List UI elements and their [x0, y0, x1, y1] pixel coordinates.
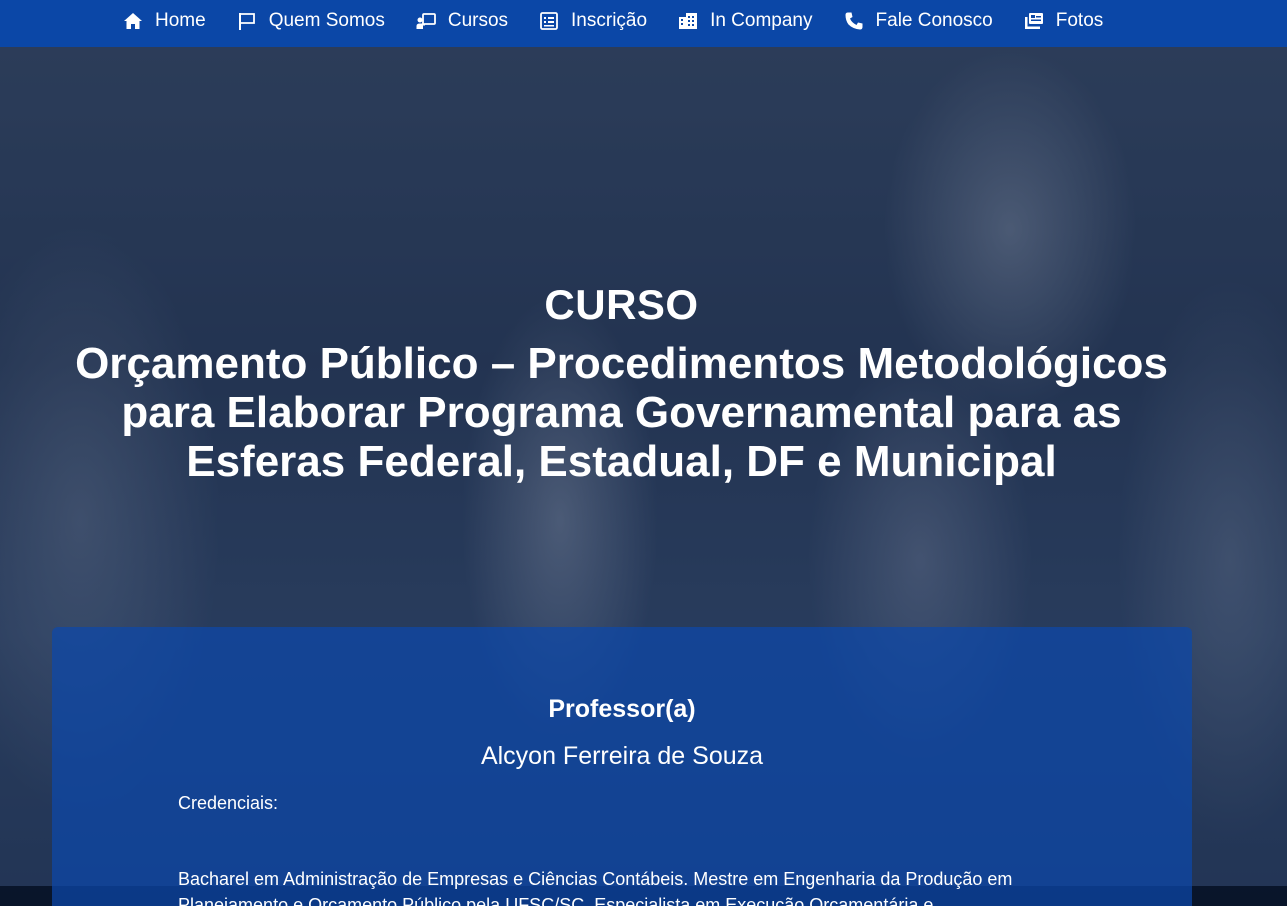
- nav-item-label: In Company: [710, 9, 813, 31]
- nav-item-quem-somos[interactable]: Quem Somos: [236, 10, 385, 32]
- credentials-label: Credenciais:: [178, 793, 279, 813]
- professor-name: Alcyon Ferreira de Souza: [480, 742, 764, 770]
- nav-item-home[interactable]: Home: [122, 10, 206, 32]
- page: Home Quem Somos Cursos Inscrição In Comp…: [0, 0, 1287, 906]
- teacher-board-icon: [415, 11, 437, 31]
- phone-icon: [843, 11, 865, 31]
- nav-item-in-company[interactable]: In Company: [677, 9, 813, 32]
- photos-icon: [1023, 11, 1045, 31]
- home-icon: [122, 11, 144, 31]
- nav-item-label: Home: [155, 9, 206, 31]
- nav-item-fale-conosco[interactable]: Fale Conosco: [843, 10, 993, 32]
- professor-card: Professor(a) Alcyon Ferreira de Souza Cr…: [52, 627, 1192, 906]
- nav-item-fotos[interactable]: Fotos: [1023, 9, 1104, 32]
- hero-heading: CURSO: [544, 280, 699, 328]
- building-icon: [677, 11, 699, 31]
- nav-item-cursos[interactable]: Cursos: [415, 10, 508, 32]
- professor-heading: Professor(a): [548, 695, 696, 723]
- nav-item-label: Cursos: [447, 9, 509, 31]
- nav-item-label: Inscrição: [571, 9, 648, 31]
- nav-item-inscricao[interactable]: Inscrição: [538, 10, 647, 32]
- form-list-icon: [538, 11, 560, 31]
- nav-item-label: Fale Conosco: [875, 9, 993, 31]
- nav-item-label: Quem Somos: [268, 9, 385, 31]
- professor-bio: Bacharel em Administração de Empresas e …: [178, 869, 1013, 906]
- flag-icon: [236, 11, 258, 31]
- course-title: Orçamento Público – Procedimentos Metodo…: [75, 339, 1168, 487]
- nav-item-label: Fotos: [1055, 9, 1104, 31]
- top-navigation: Home Quem Somos Cursos Inscrição In Comp…: [0, 0, 1287, 47]
- nav-items: Home Quem Somos Cursos Inscrição In Comp…: [122, 0, 1133, 41]
